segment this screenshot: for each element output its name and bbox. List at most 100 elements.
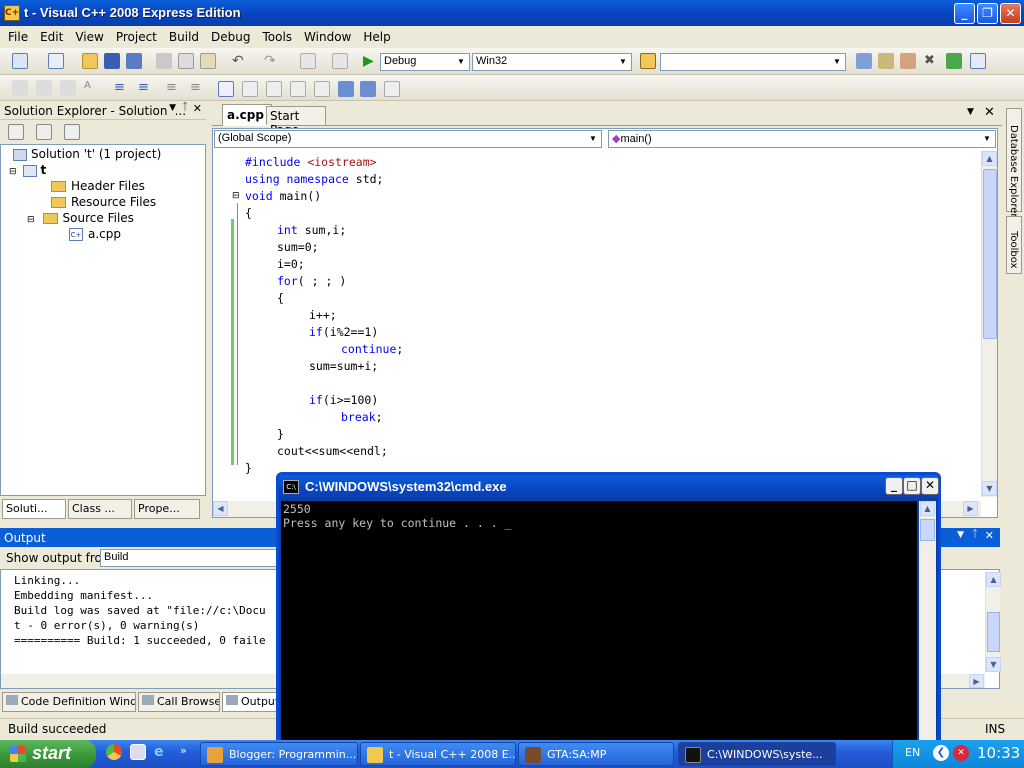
cmd-vertical-scrollbar[interactable]: ▲	[919, 501, 936, 741]
solution-explorer-header[interactable]: Solution Explorer - Solution '... ▼ ᛏ ✕	[0, 101, 206, 120]
properties-icon[interactable]	[878, 53, 894, 69]
menu-debug[interactable]: Debug	[205, 26, 256, 48]
close-pane-icon[interactable]: ✕	[985, 529, 994, 542]
tree-item-solution[interactable]: Solution 't' (1 project)	[13, 147, 161, 161]
vc-app-icon[interactable]: C+	[4, 5, 20, 21]
tree-item-project[interactable]: ⊟ t	[9, 163, 46, 177]
solution-explorer-icon[interactable]	[856, 53, 872, 69]
scroll-right-icon[interactable]: ▶	[969, 674, 984, 688]
code-line[interactable]: sum=0;	[277, 240, 319, 254]
scroll-thumb[interactable]	[983, 169, 997, 339]
prev-bookmark-folder-icon[interactable]	[290, 81, 306, 97]
tools-icon[interactable]: ✖	[924, 53, 940, 69]
code-line[interactable]: i++;	[309, 308, 337, 322]
start-page-icon[interactable]	[946, 53, 962, 69]
tab-toolbox[interactable]: Toolbox	[1006, 216, 1022, 274]
pin-icon[interactable]: ᛏ	[182, 102, 188, 113]
prev-bookmark-doc-icon[interactable]	[338, 81, 354, 97]
chevron-down-icon[interactable]: ▼	[957, 530, 964, 540]
output-vertical-scrollbar[interactable]: ▲ ▼	[985, 572, 1001, 672]
find-combo[interactable]: ▼	[660, 53, 846, 71]
outdent-icon[interactable]: ≡	[114, 80, 130, 96]
clear-bookmarks-icon[interactable]	[384, 81, 400, 97]
menu-view[interactable]: View	[69, 26, 109, 48]
cmd-app-icon[interactable]: C:\	[283, 480, 299, 494]
next-bookmark-folder-icon[interactable]	[314, 81, 330, 97]
navigate-forward-icon[interactable]	[332, 53, 348, 69]
refresh-icon[interactable]	[64, 124, 80, 140]
code-line[interactable]: }	[245, 461, 252, 475]
menu-window[interactable]: Window	[298, 26, 357, 48]
tree-item-header-files[interactable]: Header Files	[51, 179, 145, 193]
code-line[interactable]: if(i%2==1)	[309, 325, 378, 339]
tab-property-manager[interactable]: Prope...	[134, 499, 200, 519]
new-project-icon[interactable]	[12, 53, 28, 69]
collapse-icon[interactable]: ⊟	[9, 167, 17, 177]
scroll-left-icon[interactable]: ◀	[213, 501, 228, 516]
code-editor[interactable]: (Global Scope) ▼ ◆main() ▼ ⊟ #include <ios…	[212, 128, 998, 518]
code-line[interactable]: break;	[341, 410, 383, 424]
code-line[interactable]: {	[277, 291, 284, 305]
code-line[interactable]: using namespace std;	[245, 172, 383, 186]
tab-a-cpp[interactable]: a.cpp	[222, 104, 272, 126]
code-line[interactable]: #include <iostream>	[245, 155, 377, 169]
cmd-minimize-button[interactable]: _	[885, 477, 903, 495]
indent-icon[interactable]: ≡	[138, 80, 154, 96]
collapse-icon[interactable]: ⊟	[232, 191, 240, 201]
tab-call-browser[interactable]: Call Browser	[138, 692, 220, 712]
solution-config-select[interactable]: Debug ▼	[380, 53, 470, 71]
code-line[interactable]: }	[277, 427, 284, 441]
maximize-button[interactable]: ❐	[977, 3, 998, 24]
complete-word-icon[interactable]: A	[84, 80, 100, 96]
tree-item-resource-files[interactable]: Resource Files	[51, 195, 156, 209]
navigate-back-icon[interactable]	[300, 53, 316, 69]
cmd-close-button[interactable]: ✕	[921, 477, 939, 495]
taskbar-item-blogger[interactable]: Blogger: Programmin...	[200, 742, 358, 766]
close-button[interactable]: ✕	[1000, 3, 1021, 24]
next-bookmark-doc-icon[interactable]	[360, 81, 376, 97]
tree-item-source-files[interactable]: ⊟ Source Files	[27, 211, 134, 225]
minimize-button[interactable]: _	[954, 3, 975, 24]
scroll-right-icon[interactable]: ▶	[963, 501, 978, 516]
tab-class-view[interactable]: Class ...	[68, 499, 132, 519]
code-line[interactable]: for( ; ; )	[277, 274, 346, 288]
scope-select[interactable]: (Global Scope) ▼	[214, 130, 602, 148]
redo-icon[interactable]: ↷	[264, 53, 280, 69]
menu-help[interactable]: Help	[357, 26, 396, 48]
clock[interactable]: 10:33	[977, 744, 1020, 762]
members-icon[interactable]	[12, 80, 28, 96]
quick-info-icon[interactable]	[60, 80, 76, 96]
object-browser-icon[interactable]	[900, 53, 916, 69]
scroll-up-icon[interactable]: ▲	[920, 501, 935, 516]
chrome-icon[interactable]	[106, 744, 122, 760]
language-indicator[interactable]: EN	[905, 746, 920, 759]
show-all-files-icon[interactable]	[36, 124, 52, 140]
properties-icon[interactable]	[8, 124, 24, 140]
chevron-down-icon[interactable]: ▼	[967, 107, 974, 117]
menu-project[interactable]: Project	[110, 26, 163, 48]
prev-bookmark-icon[interactable]	[242, 81, 258, 97]
start-button[interactable]: start	[0, 740, 96, 768]
other-windows-icon[interactable]	[970, 53, 986, 69]
find-in-files-icon[interactable]	[640, 53, 656, 69]
add-item-icon[interactable]	[48, 53, 64, 69]
scroll-thumb[interactable]	[987, 612, 1000, 652]
cut-icon[interactable]	[156, 53, 172, 69]
show-desktop-icon[interactable]	[130, 744, 146, 760]
bookmark-icon[interactable]	[218, 81, 234, 97]
code-line[interactable]: int sum,i;	[277, 223, 346, 237]
quicklaunch-more-icon[interactable]: »	[180, 744, 187, 757]
cmd-title-bar[interactable]: C:\ C:\WINDOWS\system32\cmd.exe _ □ ✕	[279, 475, 939, 499]
code-line[interactable]: i=0;	[277, 257, 305, 271]
code-line[interactable]: sum=sum+i;	[309, 359, 378, 373]
ie-icon[interactable]: e	[154, 744, 170, 760]
save-all-icon[interactable]	[126, 53, 142, 69]
close-pane-icon[interactable]: ✕	[193, 102, 202, 115]
comment-icon[interactable]: ≡	[166, 80, 182, 96]
code-line[interactable]: cout<<sum<<endl;	[277, 444, 388, 458]
tab-output[interactable]: Output	[222, 692, 278, 712]
solution-platform-select[interactable]: Win32 ▼	[472, 53, 632, 71]
pin-icon[interactable]: ᛏ	[972, 529, 978, 540]
tab-database-explorer[interactable]: Database Explorer	[1006, 108, 1022, 218]
code-line[interactable]: continue;	[341, 342, 403, 356]
